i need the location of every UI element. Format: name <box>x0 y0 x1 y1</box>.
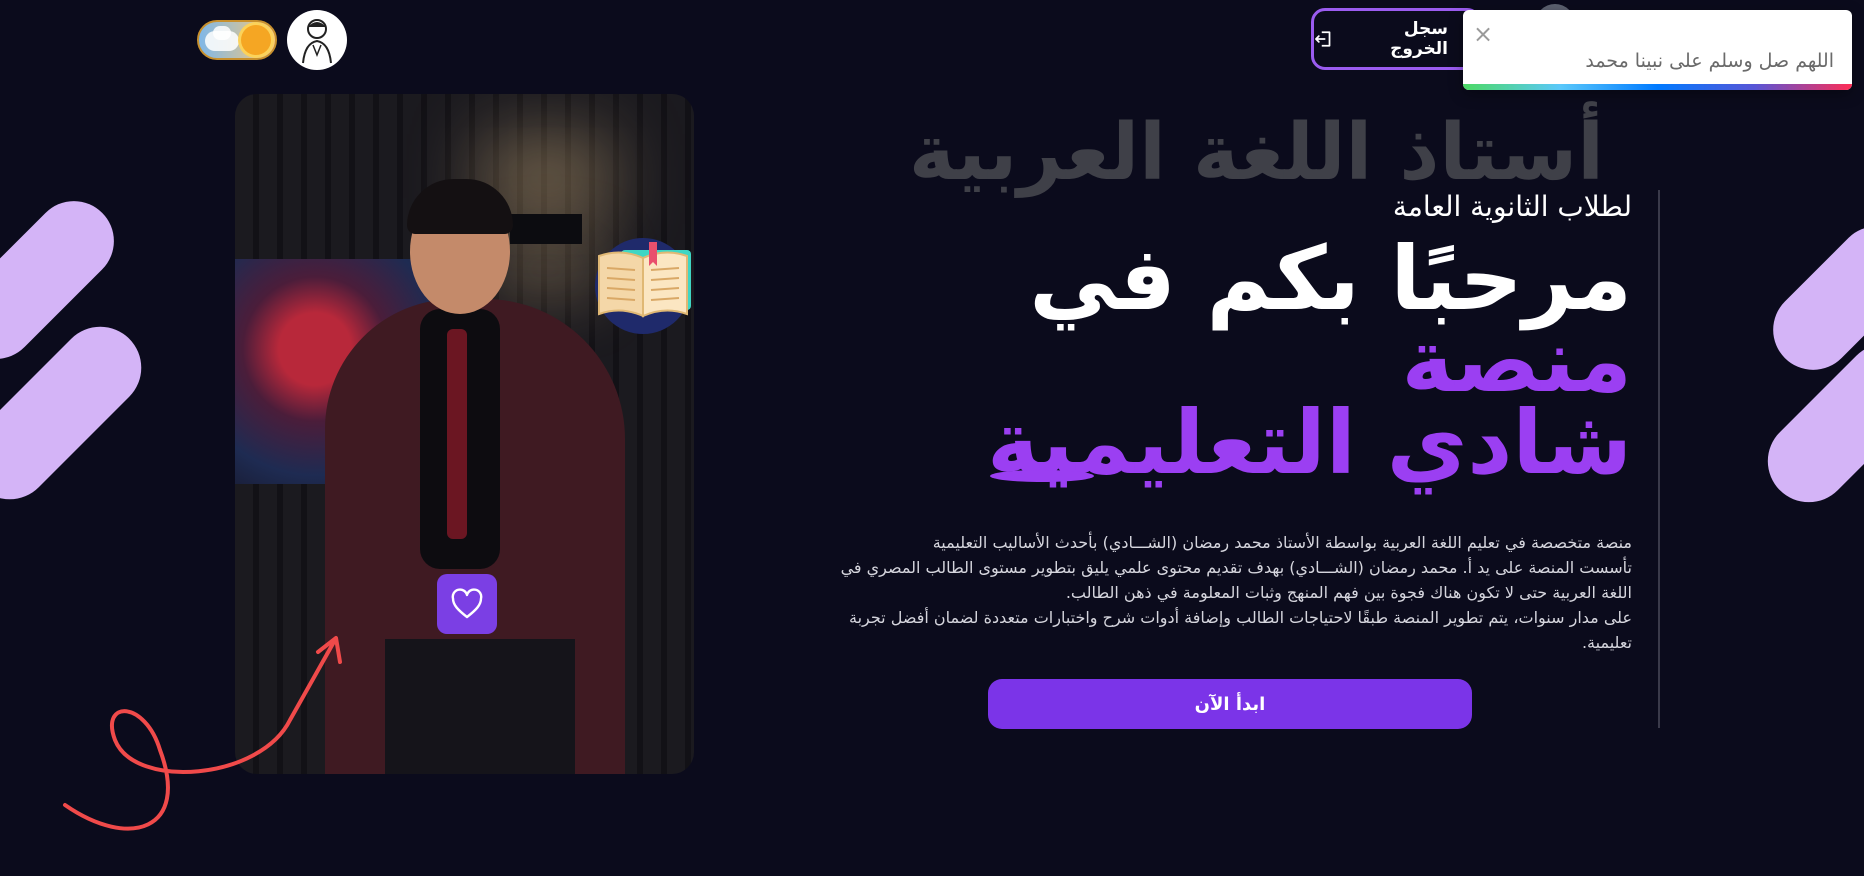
wall-lamp <box>510 214 582 244</box>
close-icon[interactable]: × <box>1473 22 1493 46</box>
book-icon <box>593 236 697 336</box>
start-now-button[interactable]: ابدأ الآن <box>988 679 1472 729</box>
decor-arrow <box>63 636 342 831</box>
logo-portrait-icon <box>302 19 332 64</box>
ghost-title: أستاذ اللغة العربية <box>908 108 1604 198</box>
teacher-hair <box>407 179 513 234</box>
heart-icon <box>451 588 483 619</box>
description-line: منصة متخصصة في تعليم اللغة العربية بواسط… <box>932 533 1632 552</box>
title-underline <box>990 470 1094 482</box>
logout-button[interactable]: سجل الخروج <box>1311 8 1481 70</box>
decor-pill-right-top <box>1756 209 1864 387</box>
teacher-trousers <box>385 639 575 774</box>
logout-label: سجل الخروج <box>1390 19 1448 59</box>
logout-icon <box>1315 31 1331 47</box>
hero-title: مرحبًا بكم في منصة شادي التعليمية <box>812 235 1632 487</box>
sun-icon <box>241 25 271 55</box>
teacher-tie <box>447 329 467 539</box>
site-logo[interactable] <box>287 10 347 70</box>
toast-message: اللهم صل وسلم على نبينا محمد <box>1585 50 1834 72</box>
description-line: على مدار سنوات، يتم تطوير المنصة طبقًا ل… <box>848 608 1632 652</box>
cloud-icon-small <box>213 26 231 40</box>
theme-toggle[interactable] <box>197 20 277 60</box>
hero-subtitle: لطلاب الثانوية العامة <box>1392 190 1632 223</box>
toast-progress-bar <box>1463 84 1852 90</box>
toast-notification: × اللهم صل وسلم على نبينا محمد <box>1463 10 1852 90</box>
hero-description: منصة متخصصة في تعليم اللغة العربية بواسط… <box>832 530 1632 655</box>
vertical-divider <box>1658 190 1660 728</box>
like-button[interactable] <box>437 574 497 634</box>
description-line: تأسست المنصة على يد أ. محمد رمضان (الشــ… <box>840 558 1632 602</box>
